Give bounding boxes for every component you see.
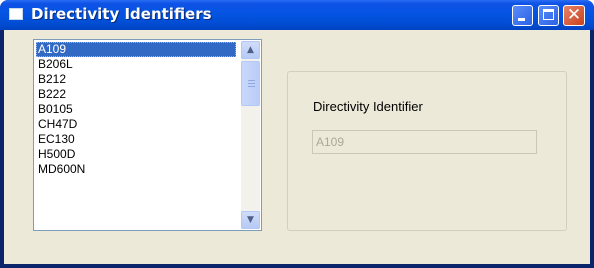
directivity-identifier-label: Directivity Identifier — [313, 99, 423, 114]
minimize-button[interactable] — [512, 5, 533, 26]
list-item[interactable]: B222 — [36, 87, 236, 102]
window-icon — [9, 8, 23, 20]
chevron-up-icon: ▲ — [247, 45, 254, 55]
close-button[interactable]: ✕ — [563, 5, 585, 26]
scroll-down-button[interactable]: ▼ — [241, 211, 260, 229]
list-item[interactable]: B206L — [36, 57, 236, 72]
close-icon: ✕ — [566, 5, 582, 25]
scroll-thumb[interactable] — [241, 61, 260, 106]
list-items: A109 B206L B212 B222 B0105 CH47D EC130 H… — [36, 42, 236, 177]
window-title: Directivity Identifiers — [31, 5, 212, 23]
maximize-icon — [543, 9, 554, 20]
directivity-identifier-field[interactable] — [312, 130, 537, 154]
list-item[interactable]: MD600N — [36, 162, 236, 177]
minimize-icon — [518, 18, 525, 21]
list-item[interactable]: B0105 — [36, 102, 236, 117]
list-scrollbar[interactable]: ▲ ▼ — [241, 41, 260, 229]
list-item[interactable]: B212 — [36, 72, 236, 87]
list-item[interactable]: H500D — [36, 147, 236, 162]
dialog-window: Directivity Identifiers ✕ A109 B206L B21… — [0, 0, 594, 268]
list-item[interactable]: CH47D — [36, 117, 236, 132]
list-item[interactable]: A109 — [36, 42, 236, 57]
grip-line — [248, 80, 255, 81]
chevron-down-icon: ▼ — [247, 215, 254, 225]
title-bar[interactable]: Directivity Identifiers ✕ — [0, 0, 594, 30]
list-item[interactable]: EC130 — [36, 132, 236, 147]
identifier-listbox[interactable]: A109 B206L B212 B222 B0105 CH47D EC130 H… — [33, 39, 262, 231]
maximize-button[interactable] — [538, 5, 559, 26]
grip-line — [248, 86, 255, 87]
grip-line — [248, 83, 255, 84]
scroll-up-button[interactable]: ▲ — [241, 41, 260, 59]
